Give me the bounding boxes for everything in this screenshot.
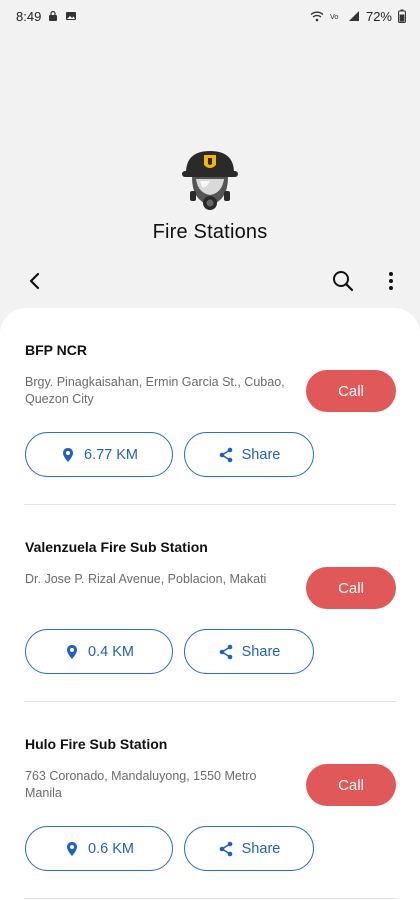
lock-icon bbox=[49, 10, 58, 21]
location-pin-icon bbox=[67, 644, 78, 659]
back-arrow-icon bbox=[29, 272, 40, 290]
share-label: Share bbox=[241, 643, 281, 660]
more-vert-icon bbox=[389, 272, 393, 290]
share-button[interactable]: Share bbox=[184, 432, 314, 477]
battery-icon bbox=[398, 9, 406, 23]
share-icon bbox=[219, 841, 232, 856]
battery-percent: 72% bbox=[365, 8, 392, 24]
location-pin-icon bbox=[67, 841, 78, 856]
status-time: 8:49 bbox=[16, 8, 42, 24]
station-name: Valenzuela Fire Sub Station bbox=[25, 539, 208, 555]
station-address: Dr. Jose P. Rizal Avenue, Poblacion, Mak… bbox=[25, 572, 267, 586]
share-icon bbox=[219, 447, 232, 462]
toolbar bbox=[0, 252, 420, 310]
station-actions: 0.4 KM Share bbox=[25, 629, 314, 674]
status-left: 8:49 bbox=[16, 9, 77, 24]
station-card: BFP NCR Brgy. Pinagkaisahan, Ermin Garci… bbox=[24, 308, 396, 505]
signal-icon bbox=[348, 11, 359, 21]
status-bar: 8:49 Vo 72% bbox=[0, 0, 420, 32]
svg-text:Vo: Vo bbox=[330, 13, 339, 21]
distance-label: 6.77 KM bbox=[84, 446, 138, 463]
wifi-icon bbox=[310, 11, 324, 22]
more-options-button[interactable] bbox=[378, 268, 404, 294]
station-list: BFP NCR Brgy. Pinagkaisahan, Ermin Garci… bbox=[0, 308, 420, 900]
volte-icon: Vo bbox=[330, 13, 339, 21]
status-right: Vo 72% bbox=[310, 9, 406, 24]
share-button[interactable]: Share bbox=[184, 826, 314, 871]
share-button[interactable]: Share bbox=[184, 629, 314, 674]
call-button[interactable]: Call bbox=[306, 567, 396, 609]
toolbar-actions bbox=[330, 268, 404, 294]
share-label: Share bbox=[241, 840, 281, 857]
distance-label: 0.4 KM bbox=[88, 643, 134, 660]
call-button[interactable]: Call bbox=[306, 764, 396, 806]
app-header: Fire Stations bbox=[0, 32, 420, 252]
page-title: Fire Stations bbox=[152, 221, 268, 243]
image-icon bbox=[66, 12, 77, 20]
distance-button[interactable]: 0.6 KM bbox=[25, 826, 173, 871]
distance-button[interactable]: 0.4 KM bbox=[25, 629, 173, 674]
station-address: 763 Coronado, Mandaluyong, 1550 Metro Ma… bbox=[25, 769, 257, 800]
station-actions: 0.6 KM Share bbox=[25, 826, 314, 871]
share-label: Share bbox=[241, 446, 281, 463]
station-card: Valenzuela Fire Sub Station Dr. Jose P. … bbox=[24, 505, 396, 702]
call-button[interactable]: Call bbox=[306, 370, 396, 412]
firefighter-helmet-mask-icon bbox=[182, 151, 238, 210]
station-name: Hulo Fire Sub Station bbox=[25, 736, 168, 752]
search-button[interactable] bbox=[330, 268, 356, 294]
search-icon bbox=[333, 271, 354, 292]
station-address: Brgy. Pinagkaisahan, Ermin Garcia St., C… bbox=[25, 375, 285, 406]
distance-label: 0.6 KM bbox=[88, 840, 134, 857]
station-actions: 6.77 KM Share bbox=[25, 432, 314, 477]
station-name: BFP NCR bbox=[25, 342, 87, 358]
back-button[interactable] bbox=[22, 268, 48, 294]
station-card: Hulo Fire Sub Station 763 Coronado, Mand… bbox=[24, 702, 396, 899]
share-icon bbox=[219, 644, 232, 659]
location-pin-icon bbox=[63, 447, 73, 462]
distance-button[interactable]: 6.77 KM bbox=[25, 432, 173, 477]
